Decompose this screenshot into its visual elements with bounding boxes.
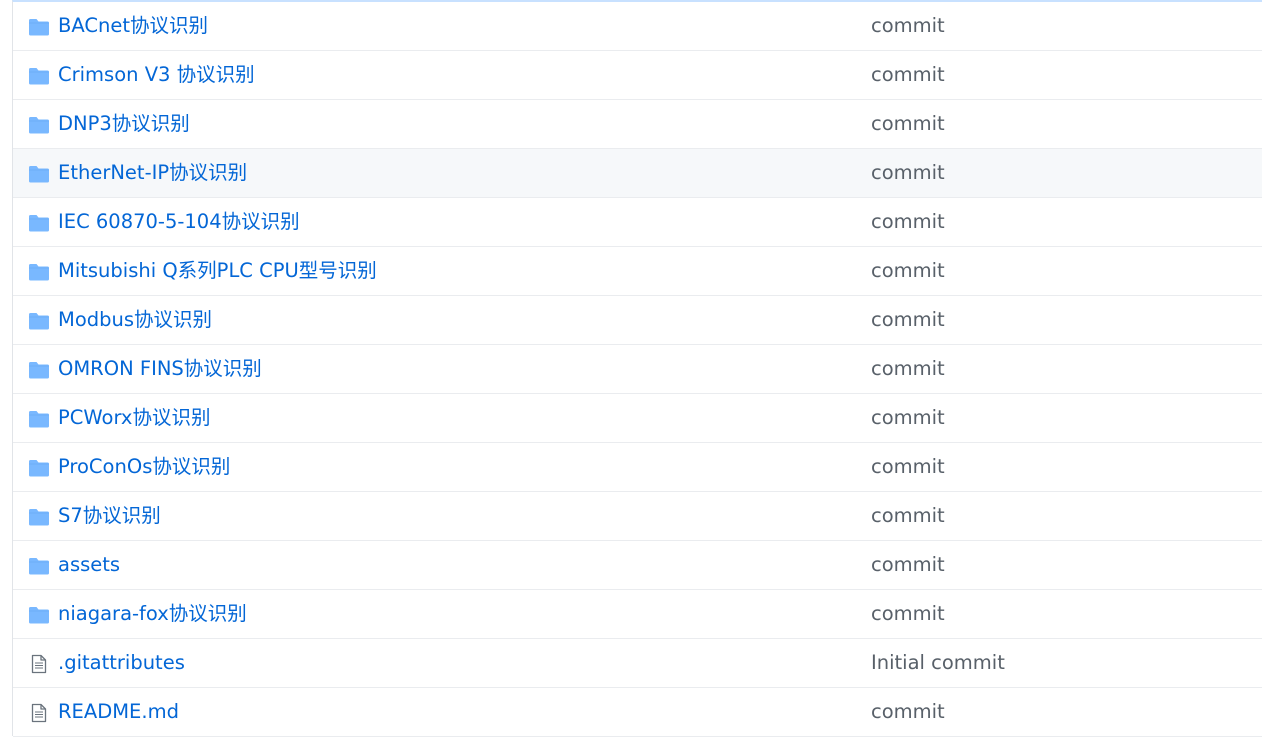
file-row[interactable]: assets commit: [13, 541, 1262, 590]
file-row[interactable]: BACnet协议识别 commit: [13, 2, 1262, 51]
file-list-table: BACnet协议识别 commit Crimson V3 协议识别 commit DNP…: [12, 0, 1262, 737]
folder-icon: [28, 66, 50, 86]
commit-message-link[interactable]: commit: [871, 688, 945, 736]
folder-link[interactable]: ProConOs协议识别: [58, 443, 230, 491]
commit-message-link[interactable]: commit: [871, 247, 945, 295]
folder-link[interactable]: EtherNet-IP协议识别: [58, 149, 247, 197]
folder-icon: [28, 360, 50, 380]
commit-message-link[interactable]: commit: [871, 541, 945, 589]
folder-icon: [28, 556, 50, 576]
commit-message-link[interactable]: commit: [871, 345, 945, 393]
file-link[interactable]: README.md: [58, 688, 179, 736]
folder-icon: [28, 213, 50, 233]
folder-link[interactable]: Modbus协议识别: [58, 296, 212, 344]
folder-link[interactable]: DNP3协议识别: [58, 100, 190, 148]
file-row[interactable]: Modbus协议识别 commit: [13, 296, 1262, 345]
file-row[interactable]: Mitsubishi Q系列PLC CPU型号识别 commit: [13, 247, 1262, 296]
folder-link[interactable]: OMRON FINS协议识别: [58, 345, 262, 393]
file-row[interactable]: DNP3协议识别 commit: [13, 100, 1262, 149]
folder-link[interactable]: S7协议识别: [58, 492, 161, 540]
file-row[interactable]: PCWorx协议识别 commit: [13, 394, 1262, 443]
folder-icon: [28, 311, 50, 331]
file-row[interactable]: niagara-fox协议识别 commit: [13, 590, 1262, 639]
folder-link[interactable]: Mitsubishi Q系列PLC CPU型号识别: [58, 247, 377, 295]
folder-link[interactable]: Crimson V3 协议识别: [58, 51, 255, 99]
file-row[interactable]: EtherNet-IP协议识别 commit: [13, 149, 1262, 198]
folder-icon: [28, 17, 50, 37]
folder-link[interactable]: assets: [58, 541, 120, 589]
folder-link[interactable]: IEC 60870-5-104协议识别: [58, 198, 300, 246]
commit-message-link[interactable]: commit: [871, 394, 945, 442]
folder-icon: [28, 409, 50, 429]
folder-icon: [28, 115, 50, 135]
commit-message-link[interactable]: commit: [871, 296, 945, 344]
commit-message-link[interactable]: commit: [871, 51, 945, 99]
file-row[interactable]: S7协议识别 commit: [13, 492, 1262, 541]
commit-message-link[interactable]: commit: [871, 492, 945, 540]
file-row[interactable]: README.md commit: [13, 688, 1262, 737]
file-row[interactable]: OMRON FINS协议识别 commit: [13, 345, 1262, 394]
file-link[interactable]: .gitattributes: [58, 639, 185, 687]
file-row[interactable]: ProConOs协议识别 commit: [13, 443, 1262, 492]
file-row[interactable]: IEC 60870-5-104协议识别 commit: [13, 198, 1262, 247]
folder-link[interactable]: PCWorx协议识别: [58, 394, 210, 442]
folder-link[interactable]: BACnet协议识别: [58, 2, 208, 50]
folder-icon: [28, 507, 50, 527]
folder-link[interactable]: niagara-fox协议识别: [58, 590, 247, 638]
file-row[interactable]: Crimson V3 协议识别 commit: [13, 51, 1262, 100]
folder-icon: [28, 605, 50, 625]
commit-message-link[interactable]: commit: [871, 149, 945, 197]
commit-message-link[interactable]: commit: [871, 443, 945, 491]
folder-icon: [28, 164, 50, 184]
file-row[interactable]: .gitattributes Initial commit: [13, 639, 1262, 688]
folder-icon: [28, 262, 50, 282]
commit-message-link[interactable]: commit: [871, 2, 945, 50]
commit-message-link[interactable]: commit: [871, 590, 945, 638]
folder-icon: [28, 458, 50, 478]
commit-message-link[interactable]: commit: [871, 198, 945, 246]
commit-message-link[interactable]: commit: [871, 100, 945, 148]
commit-message-link[interactable]: Initial commit: [871, 639, 1005, 687]
file-icon: [28, 654, 50, 674]
file-icon: [28, 703, 50, 723]
